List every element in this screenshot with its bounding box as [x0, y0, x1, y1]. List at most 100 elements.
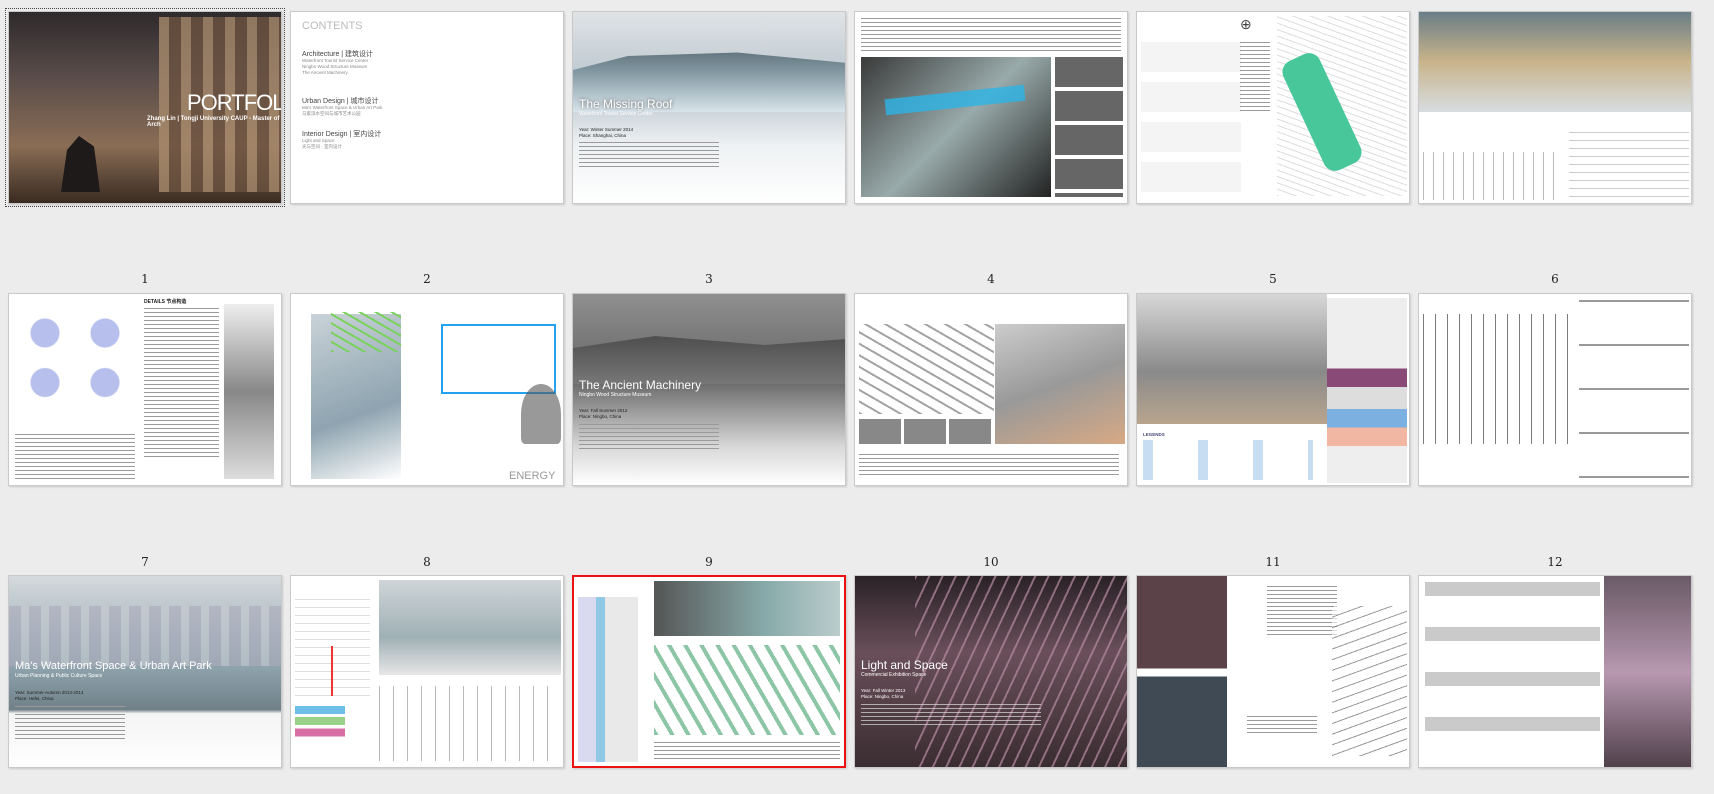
- pavilion-axonometric: [654, 645, 840, 735]
- project-description: [579, 424, 719, 450]
- project-meta: Place: Ningbo, China: [579, 414, 622, 419]
- project-subtitle: Commercial Exhibition Space: [861, 672, 927, 678]
- contents-item-sub: Ma's Waterfront Space & Urban Art Park: [302, 105, 383, 110]
- red-axis-line: [331, 646, 333, 696]
- page-number-11: 11: [1265, 555, 1281, 569]
- exploded-diagram: [1332, 606, 1407, 756]
- page-thumbnail-6[interactable]: [1418, 11, 1692, 204]
- interior-photos: [1137, 576, 1227, 767]
- photo-render: [654, 581, 840, 636]
- project-meta: Place: Hefei, China: [15, 696, 54, 701]
- project-description: [579, 142, 719, 170]
- text-block: [861, 18, 1121, 54]
- interior-render: [1604, 576, 1691, 767]
- contents-item-sub: 马家滨水空间与城市艺术公园: [302, 111, 361, 116]
- page-thumbnail-12[interactable]: [1418, 293, 1692, 486]
- project-subtitle: Ningbo Wood Structure Museum: [579, 392, 652, 398]
- roof-structure-render: [995, 324, 1125, 444]
- compass-icon: ⊕: [1240, 16, 1252, 32]
- page-thumbnail-13[interactable]: Ma's Waterfront Space & Urban Art Park U…: [8, 575, 282, 768]
- page-thumbnail-1[interactable]: PORTFOLIO Zhang Lin | Tongji University …: [5, 8, 285, 207]
- page-thumbnail-14[interactable]: [290, 575, 564, 768]
- page-thumbnail-5[interactable]: ⊕: [1136, 11, 1410, 204]
- page-number-1: 1: [141, 272, 149, 286]
- plan-drawing: [1569, 132, 1689, 197]
- energy-label: ENERGY: [509, 470, 556, 482]
- page-thumbnail-11[interactable]: LEGENDS: [1136, 293, 1410, 486]
- structure-section: [1423, 314, 1573, 444]
- photo-grid: [1055, 57, 1123, 197]
- project-title: Light and Space: [861, 658, 948, 672]
- structure-render: [1137, 294, 1327, 424]
- details-heading: DETAILS 节点构造: [144, 299, 187, 305]
- contents-item-sub: The Ancient Machinery: [302, 70, 348, 75]
- building-render-image: [573, 336, 845, 384]
- urban-axonometric: [859, 324, 994, 414]
- project-meta: Year: Summer-Autumn 2013-2014: [15, 690, 84, 695]
- project-meta: Place: Shanghai, China: [579, 133, 627, 138]
- page-thumbnail-16[interactable]: Light and Space Commercial Exhibition Sp…: [854, 575, 1128, 768]
- page-number-12: 12: [1547, 555, 1563, 569]
- tree-image: [521, 384, 561, 444]
- page-thumbnail-18[interactable]: [1418, 575, 1692, 768]
- project-subtitle: Waterfront Tourist Service Center: [579, 111, 653, 117]
- cover-subtitle: Zhang Lin | Tongji University CAUP - Mas…: [147, 116, 280, 128]
- photo-strip: [859, 419, 991, 444]
- zoning-plan: [1327, 298, 1407, 483]
- page-number-5: 5: [1269, 272, 1277, 286]
- section-drawing: [1423, 152, 1563, 200]
- project-meta: Year: Fall Summer 2012: [579, 408, 628, 413]
- legend-swatches: [1143, 440, 1313, 480]
- page-thumbnail-2[interactable]: CONTENTS Architecture | 建筑设计 Waterfront …: [290, 11, 564, 204]
- section-drawing: [379, 686, 561, 761]
- energy-arrows: [331, 312, 401, 352]
- page-thumbnail-17[interactable]: [1136, 575, 1410, 768]
- project-description: [15, 706, 125, 742]
- text-block: [1267, 586, 1337, 636]
- page-number-7: 7: [141, 555, 149, 569]
- contents-item-sub: Waterfront Tourist Service Center: [302, 58, 369, 63]
- legend-swatches: [295, 706, 345, 746]
- page-thumbnail-7[interactable]: DETAILS 节点构造: [8, 293, 282, 486]
- cover-statue-image: [61, 136, 100, 192]
- page-number-4: 4: [987, 272, 995, 286]
- page-number-10: 10: [983, 555, 999, 569]
- project-title: The Ancient Machinery: [579, 378, 702, 392]
- project-title: The Missing Roof: [579, 97, 673, 111]
- legends-heading: LEGENDS: [1143, 432, 1165, 437]
- site-model-photo: [861, 57, 1051, 197]
- page-number-6: 6: [1551, 272, 1559, 286]
- project-description: [861, 704, 1041, 728]
- interior-render: [915, 576, 1127, 767]
- notes-text: [15, 434, 135, 479]
- page-thumbnail-8[interactable]: ENERGY: [290, 293, 564, 486]
- page-thumbnail-4[interactable]: [854, 11, 1128, 204]
- contents-item-sub: Light and Space: [302, 138, 335, 143]
- page-thumbnail-10[interactable]: [854, 293, 1128, 486]
- contents-heading: CONTENTS: [302, 20, 363, 32]
- project-subtitle: Urban Planning & Public Culture Space: [15, 673, 103, 679]
- waterfront-plan: [578, 597, 638, 762]
- project-meta: Year: Winter Summer 2014: [579, 127, 634, 132]
- section-detail: [224, 304, 274, 479]
- diagram-grid: [1141, 42, 1241, 202]
- page-thumbnail-9[interactable]: The Ancient Machinery Ningbo Wood Struct…: [572, 293, 846, 486]
- page-number-8: 8: [423, 555, 431, 569]
- contents-item-sub: 光与空间 · 室内设计: [302, 144, 342, 149]
- building-render-image: [1419, 12, 1691, 112]
- page-number-3: 3: [705, 272, 713, 286]
- wireframe-diagrams: [15, 300, 135, 410]
- page-number-2: 2: [423, 272, 431, 286]
- project-title: Ma's Waterfront Space & Urban Art Park: [15, 660, 212, 672]
- text-block: [859, 454, 1119, 476]
- page-thumbnail-15[interactable]: [572, 575, 846, 768]
- aerial-render: [9, 606, 281, 666]
- page-thumbnail-3[interactable]: The Missing Roof Waterfront Tourist Serv…: [572, 11, 846, 204]
- project-meta: Year: Fall Winter 2013: [861, 688, 906, 693]
- legend-list: [1240, 42, 1270, 112]
- text-block: [654, 742, 840, 762]
- text-block: [1247, 716, 1317, 736]
- floor-plan-drawings: [1425, 582, 1600, 762]
- aerial-render: [379, 580, 561, 675]
- details-text: [144, 308, 219, 458]
